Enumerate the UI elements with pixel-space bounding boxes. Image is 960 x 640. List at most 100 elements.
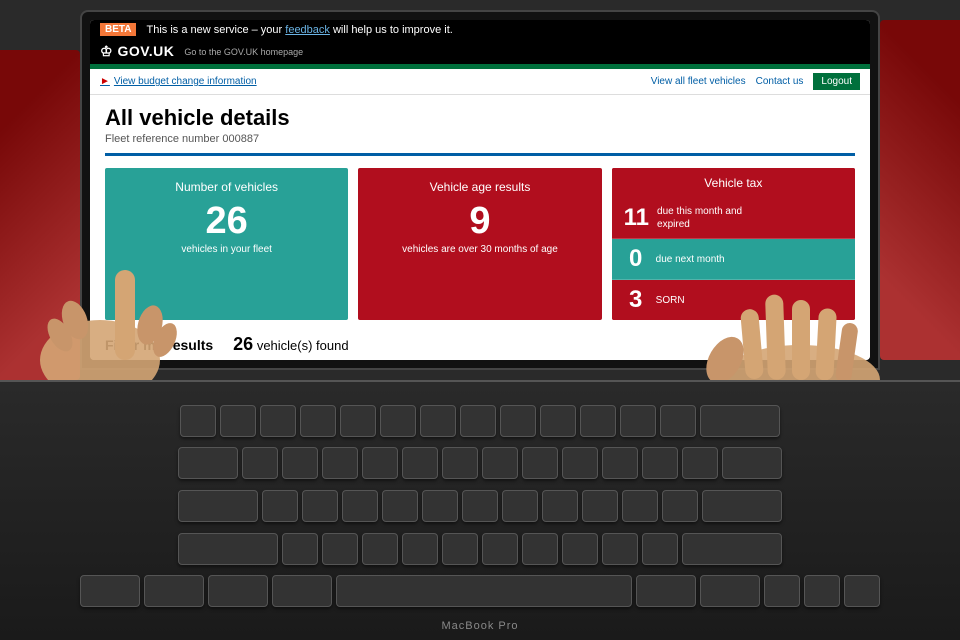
key-g[interactable]: [422, 490, 458, 522]
key-period[interactable]: [602, 533, 638, 565]
browser-content: BETA This is a new service – your feedba…: [90, 20, 870, 360]
govuk-logo: ♔ GOV.UK: [100, 43, 174, 60]
tax-row-2[interactable]: 3 SORN: [612, 280, 855, 320]
tax-row-0[interactable]: 11 due this month andexpired: [612, 198, 855, 239]
key-return[interactable]: [702, 490, 782, 522]
key-quote[interactable]: [662, 490, 698, 522]
key-t[interactable]: [402, 447, 438, 479]
feedback-link[interactable]: feedback: [285, 24, 330, 36]
age-card-title: Vehicle age results: [370, 180, 589, 194]
govuk-header: ♔ GOV.UK Go to the GOV.UK homepage: [90, 39, 870, 69]
tax-card: Vehicle tax 11 due this month andexpired…: [612, 168, 855, 320]
key-s[interactable]: [302, 490, 338, 522]
key-ctrl[interactable]: [144, 575, 204, 607]
vehicles-card: Number of vehicles 26 vehicles in your f…: [105, 168, 348, 320]
vehicles-card-count: 26: [117, 202, 336, 240]
results-count: 26 vehicle(s) found: [233, 334, 348, 355]
key-u[interactable]: [482, 447, 518, 479]
key-r[interactable]: [362, 447, 398, 479]
key[interactable]: [180, 405, 216, 437]
key[interactable]: [260, 405, 296, 437]
service-header: ► View budget change information View al…: [90, 69, 870, 95]
key-shift-l[interactable]: [178, 533, 278, 565]
key-a[interactable]: [262, 490, 298, 522]
key-caps[interactable]: [178, 490, 258, 522]
key-k[interactable]: [542, 490, 578, 522]
key[interactable]: [540, 405, 576, 437]
key-l[interactable]: [582, 490, 618, 522]
filter-bar: Filter my results 26 vehicle(s) found: [105, 334, 855, 355]
key-p[interactable]: [602, 447, 638, 479]
key-shift-r[interactable]: [682, 533, 782, 565]
key-o[interactable]: [562, 447, 598, 479]
keyboard-area: MacBook Pro: [0, 380, 960, 640]
key-delete[interactable]: [700, 405, 780, 437]
key-bracket-r[interactable]: [682, 447, 718, 479]
key-y[interactable]: [442, 447, 478, 479]
key[interactable]: [380, 405, 416, 437]
contact-link[interactable]: Contact us: [756, 76, 804, 87]
key-comma[interactable]: [562, 533, 598, 565]
key-i[interactable]: [522, 447, 558, 479]
key-alt-r[interactable]: [700, 575, 760, 607]
key-w[interactable]: [282, 447, 318, 479]
key-slash[interactable]: [642, 533, 678, 565]
url-hint: www.gov.uk: [105, 359, 855, 360]
key[interactable]: [500, 405, 536, 437]
key[interactable]: [340, 405, 376, 437]
key[interactable]: [420, 405, 456, 437]
key-f[interactable]: [382, 490, 418, 522]
key-c[interactable]: [362, 533, 398, 565]
logout-button[interactable]: Logout: [813, 73, 860, 90]
key-z[interactable]: [282, 533, 318, 565]
key-m[interactable]: [522, 533, 558, 565]
side-object-left: [0, 50, 80, 380]
key-q[interactable]: [242, 447, 278, 479]
key-n[interactable]: [482, 533, 518, 565]
key[interactable]: [660, 405, 696, 437]
key-fn[interactable]: [80, 575, 140, 607]
key-semicolon[interactable]: [622, 490, 658, 522]
tax-card-title: Vehicle tax: [612, 168, 855, 198]
key-backslash[interactable]: [722, 447, 782, 479]
fleet-vehicles-link[interactable]: View all fleet vehicles: [651, 76, 746, 87]
tax-row-1[interactable]: 0 due next month: [612, 239, 855, 280]
key-tab[interactable]: [178, 447, 238, 479]
key-bracket-l[interactable]: [642, 447, 678, 479]
key-left[interactable]: [764, 575, 800, 607]
key-d[interactable]: [342, 490, 378, 522]
key-v[interactable]: [402, 533, 438, 565]
key-alt-l[interactable]: [208, 575, 268, 607]
results-number: 26: [233, 334, 253, 354]
fleet-reference: Fleet reference number 000887: [105, 133, 855, 145]
tax-label-1: due next month: [656, 253, 725, 266]
key[interactable]: [300, 405, 336, 437]
key-e[interactable]: [322, 447, 358, 479]
govuk-homepage-link[interactable]: Go to the GOV.UK homepage: [184, 47, 303, 57]
key-cmd-r[interactable]: [636, 575, 696, 607]
key[interactable]: [580, 405, 616, 437]
budget-link-text: View budget change information: [114, 76, 257, 87]
key-right[interactable]: [844, 575, 880, 607]
key-h[interactable]: [462, 490, 498, 522]
key[interactable]: [620, 405, 656, 437]
tax-count-0: 11: [624, 204, 649, 232]
key-j[interactable]: [502, 490, 538, 522]
key-x[interactable]: [322, 533, 358, 565]
age-card-subtitle: vehicles are over 30 months of age: [370, 244, 589, 255]
budget-info[interactable]: ► View budget change information: [100, 76, 257, 87]
beta-tag: BETA: [100, 23, 136, 36]
key-up[interactable]: [804, 575, 840, 607]
filter-title: Filter my results: [105, 337, 213, 353]
age-card-count: 9: [370, 202, 589, 240]
key[interactable]: [460, 405, 496, 437]
beta-banner: BETA This is a new service – your feedba…: [90, 20, 870, 39]
key[interactable]: [220, 405, 256, 437]
key-b[interactable]: [442, 533, 478, 565]
tax-count-2: 3: [624, 286, 648, 314]
key-cmd-l[interactable]: [272, 575, 332, 607]
key-space[interactable]: [336, 575, 632, 607]
age-card: Vehicle age results 9 vehicles are over …: [358, 168, 601, 320]
vehicles-card-subtitle: vehicles in your fleet: [117, 244, 336, 255]
macbook-label: MacBook Pro: [441, 620, 518, 632]
